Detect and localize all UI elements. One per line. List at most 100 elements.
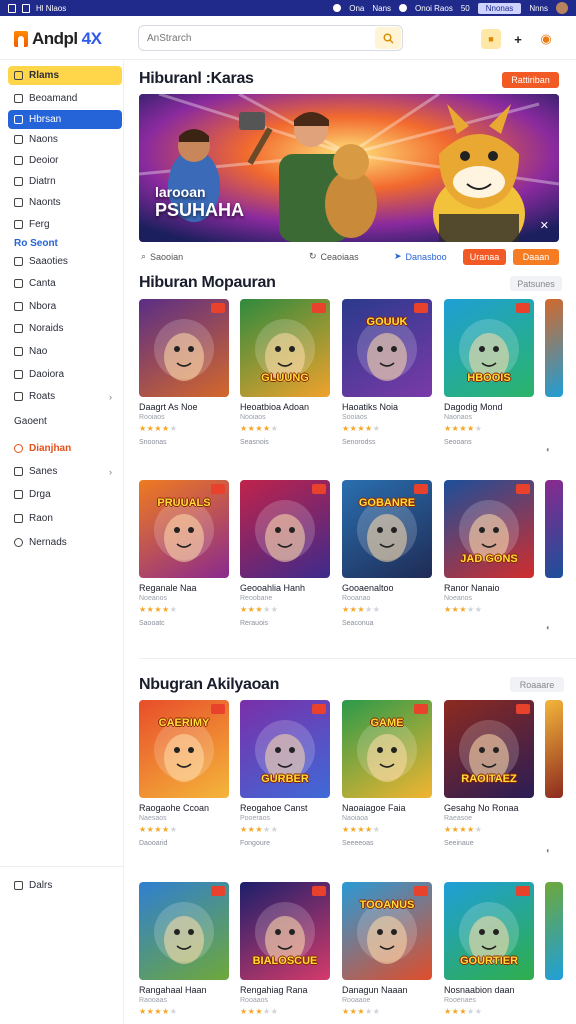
game-card[interactable]: JAD GONS Ranor Nanaio Noeanos ★★★★★	[444, 480, 534, 614]
game-card[interactable]: GOUUK Haoatiks Noia Sooiaos ★★★★★ Senorodss	[342, 299, 432, 446]
profile-button[interactable]: ◉	[536, 29, 556, 49]
carousel-next-icon[interactable]: ◐	[546, 445, 551, 454]
sidebar-item-9[interactable]: Saaoties	[8, 252, 122, 271]
sidebar-item-12[interactable]: Noraids	[8, 319, 122, 338]
meta-item-1[interactable]: ⌕ Saooian	[141, 251, 183, 262]
game-card[interactable]: TOOANUS Danagun Naaan Rooaaoe ★★★★★	[342, 882, 432, 1016]
sidebar-item-6[interactable]: Diatrn	[8, 172, 122, 191]
game-thumbnail[interactable]: GLUUNG	[240, 299, 330, 397]
sidebar-item-19[interactable]: Drga	[8, 485, 122, 504]
game-card[interactable]: PRUUALS Reganale Naa Noeanos ★★★★★ Saooatc	[139, 480, 229, 627]
app-logo[interactable]: Andpl 4X	[14, 29, 102, 49]
sidebar-item-18[interactable]: Sanes ›	[8, 462, 122, 481]
featured-action-button[interactable]: Rattiriban	[502, 72, 559, 88]
status-chip[interactable]: Nnonas	[477, 2, 522, 14]
game-card[interactable]: Daagrt As Noe Rooiaos ★★★★★ Snoonas	[139, 299, 229, 446]
close-icon[interactable]: ✕	[540, 219, 549, 232]
sidebar-footer-item[interactable]: Dalrs	[8, 876, 122, 895]
game-title[interactable]: Heoatbioa Adoan	[240, 402, 330, 412]
add-button[interactable]: +	[508, 29, 528, 49]
game-title[interactable]: Rangahaal Haan	[139, 985, 229, 995]
game-thumbnail[interactable]: GAME	[342, 700, 432, 798]
game-card[interactable]: CAERIMY Raogaohe Ccoan Naesaos ★★★★★ Daooari…	[139, 700, 229, 847]
game-thumbnail[interactable]: GOBANRE	[342, 480, 432, 578]
sidebar-item-3[interactable]: Hbrsan	[8, 110, 122, 129]
sidebar-item-13[interactable]: Nao	[8, 342, 122, 361]
game-thumbnail[interactable]: JAD GONS	[444, 480, 534, 578]
rewards-button[interactable]: ■	[481, 29, 501, 49]
game-title[interactable]: Gooaenaltoo	[342, 583, 432, 593]
sidebar-item-5[interactable]: Deoior	[8, 151, 122, 170]
carousel-next-icon-2[interactable]: ◐	[546, 623, 551, 632]
meta-item-3[interactable]: ➤ Danasboo	[394, 251, 447, 262]
search-button[interactable]	[375, 27, 401, 49]
game-card[interactable]: GURBER Reogahoe Canst Pooeraos ★★★★★ Fongour…	[240, 700, 330, 847]
see-all-activity[interactable]: Roaaare	[510, 677, 564, 692]
hero-banner[interactable]: larooan PSUHAHA ✕	[139, 94, 559, 242]
game-thumbnail[interactable]: TOOANUS	[342, 882, 432, 980]
sidebar-item-11[interactable]: Nbora	[8, 297, 122, 316]
game-thumbnail[interactable]	[139, 882, 229, 980]
game-title[interactable]: Nosnaabion daan	[444, 985, 534, 995]
game-title[interactable]: Raogaohe Ccoan	[139, 803, 229, 813]
game-card-peek[interactable]	[545, 700, 563, 798]
game-thumbnail[interactable]	[139, 299, 229, 397]
game-card-peek[interactable]	[545, 299, 563, 397]
avatar[interactable]	[556, 2, 568, 14]
game-thumbnail[interactable]: BIALOSCUE	[240, 882, 330, 980]
search-input[interactable]	[139, 26, 369, 50]
game-title[interactable]: Ranor Nanaio	[444, 583, 534, 593]
sidebar-item-8[interactable]: Ferg	[8, 215, 122, 234]
sidebar-item-16[interactable]: Gaoent	[8, 412, 122, 431]
meta-button-1[interactable]: Uranaa	[463, 249, 506, 265]
game-category: Sooiaos	[342, 414, 368, 421]
game-title[interactable]: Daagrt As Noe	[139, 402, 229, 412]
game-title[interactable]: Reogahoe Canst	[240, 803, 330, 813]
game-card-peek[interactable]	[545, 882, 563, 980]
sidebar-item-2[interactable]: Beoamand	[8, 89, 122, 108]
game-thumbnail[interactable]: HBOOIS	[444, 299, 534, 397]
notification-icon[interactable]	[333, 4, 342, 12]
game-card[interactable]: GAME Naoaiagoe Faia Naoiaoa ★★★★★ Seeeeoas	[342, 700, 432, 847]
game-card[interactable]: Rangahaal Haan Raooaas ★★★★★	[139, 882, 229, 1016]
game-thumbnail[interactable]: RAOITAEZ	[444, 700, 534, 798]
game-thumbnail[interactable]: PRUUALS	[139, 480, 229, 578]
game-title[interactable]: Gesahg No Ronaa	[444, 803, 534, 813]
game-title[interactable]: Haoatiks Noia	[342, 402, 432, 412]
game-title[interactable]: Naoaiagoe Faia	[342, 803, 432, 813]
carousel-next-icon-3[interactable]: ◐	[546, 846, 551, 855]
sidebar-item-17[interactable]: Dianjhan	[8, 439, 122, 458]
meta-button-2[interactable]: Daaan	[513, 249, 559, 265]
game-card[interactable]: GOURTIER Nosnaabion daan Rooenaes ★★★★★	[444, 882, 534, 1016]
top-bar: Andpl4X ■ + ◉	[0, 16, 576, 60]
game-title[interactable]: Danagun Naaan	[342, 985, 432, 995]
game-card[interactable]: Geooahlia Hanh Reoobane ★★★★★ Rerauois	[240, 480, 330, 627]
sidebar-item-14[interactable]: Daoiora	[8, 365, 122, 384]
sidebar-item-21[interactable]: Nernads	[8, 533, 122, 552]
sidebar-item-1[interactable]: Rlams	[8, 66, 122, 85]
game-thumbnail[interactable]: GOURTIER	[444, 882, 534, 980]
star-icon: ★	[467, 424, 475, 433]
game-card[interactable]: HBOOIS Dagodig Mond Naonaos ★★★★★ Seooans	[444, 299, 534, 446]
see-all-popular[interactable]: Patsunes	[510, 276, 562, 291]
game-title[interactable]: Rengahiag Rana	[240, 985, 330, 995]
sidebar-item-10[interactable]: Canta	[8, 274, 122, 293]
game-card[interactable]: GLUUNG Heoatbioa Adoan Nooiaos ★★★★★ Seasnoi…	[240, 299, 330, 446]
settings-icon[interactable]	[399, 4, 408, 12]
meta-item-2[interactable]: ↻ Ceaoiaas	[309, 251, 359, 262]
game-card[interactable]: RAOITAEZ Gesahg No Ronaa Raeasoe ★★★★★ Seein…	[444, 700, 534, 847]
game-thumbnail[interactable]: GOUUK	[342, 299, 432, 397]
game-card[interactable]: GOBANRE Gooaenaltoo Rooanao ★★★★★ Seaconua	[342, 480, 432, 627]
game-title[interactable]: Reganale Naa	[139, 583, 229, 593]
game-thumbnail[interactable]: GURBER	[240, 700, 330, 798]
sidebar-item-4[interactable]: Naons	[8, 130, 122, 149]
game-card-peek[interactable]	[545, 480, 563, 578]
game-thumbnail[interactable]	[240, 480, 330, 578]
sidebar-item-20[interactable]: Raon	[8, 509, 122, 528]
game-title[interactable]: Dagodig Mond	[444, 402, 534, 412]
game-title[interactable]: Geooahlia Hanh	[240, 583, 330, 593]
sidebar-item-15[interactable]: Roats ›	[8, 387, 122, 406]
sidebar-item-7[interactable]: Naonts	[8, 193, 122, 212]
game-card[interactable]: BIALOSCUE Rengahiag Rana Rooaaos ★★★★★	[240, 882, 330, 1016]
game-thumbnail[interactable]: CAERIMY	[139, 700, 229, 798]
